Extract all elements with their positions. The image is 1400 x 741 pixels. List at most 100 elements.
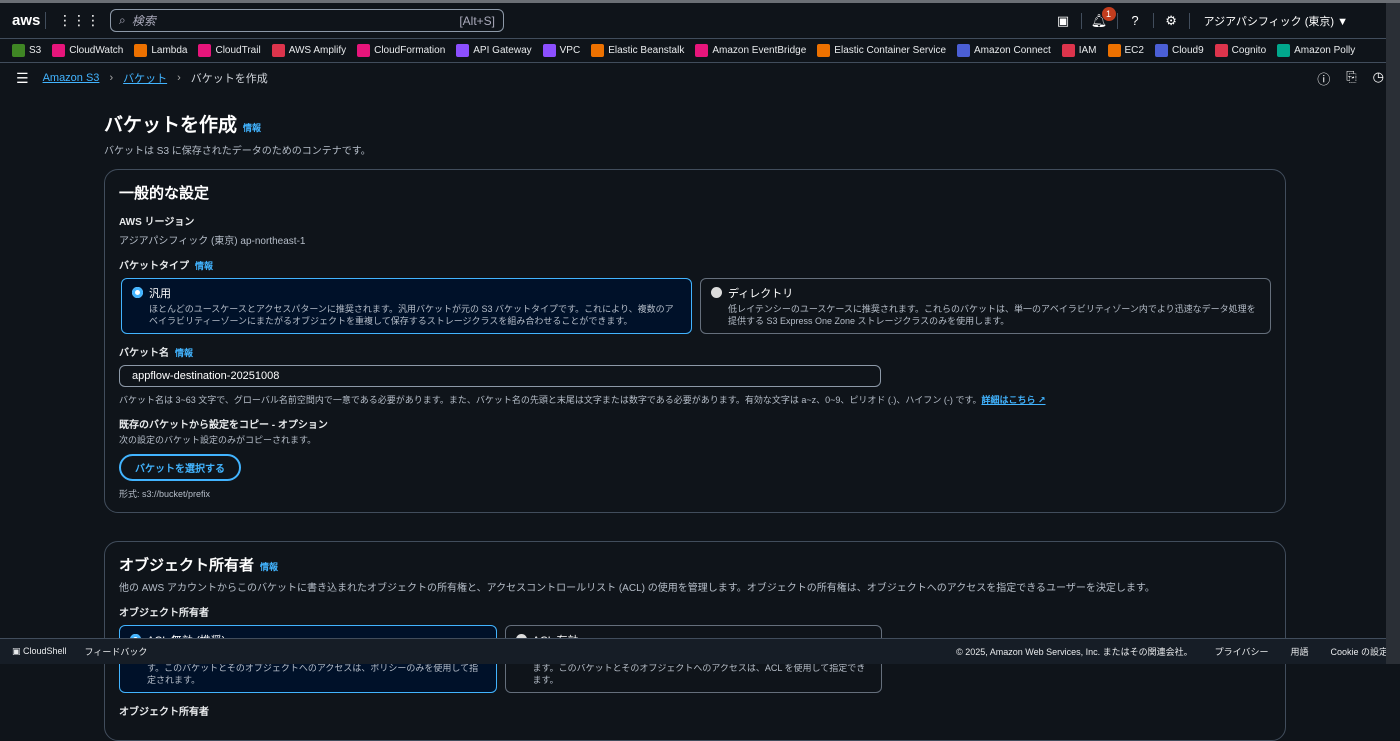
favorite-label: CloudFormation — [374, 45, 446, 56]
breadcrumb: ☰ Amazon S3 › バケット › バケットを作成 ⓘ ⎘ ◷ — [0, 63, 1400, 93]
service-icon — [271, 44, 285, 57]
cloudshell-label: CloudShell — [23, 646, 67, 656]
region-label: AWS リージョン — [119, 217, 195, 228]
feedback-link[interactable]: フィードバック — [85, 645, 148, 658]
favorite-api-gateway[interactable]: API Gateway — [456, 44, 532, 57]
service-icon — [1061, 44, 1075, 57]
favorite-lambda[interactable]: Lambda — [134, 44, 187, 57]
service-icon — [1214, 44, 1228, 57]
cloudshell-link[interactable]: ▣ CloudShell — [12, 646, 67, 657]
favorite-label: Amazon Connect — [974, 45, 1051, 56]
copy-settings-desc: 次の設定のバケット設定のみがコピーされます。 — [119, 435, 317, 445]
favorite-label: S3 — [29, 45, 42, 56]
service-icon — [52, 44, 66, 57]
service-icon — [1154, 44, 1168, 57]
favorite-label: VPC — [559, 45, 581, 56]
services-menu-icon[interactable]: ⋮⋮⋮ — [58, 12, 100, 29]
favorite-label: Amazon EventBridge — [712, 45, 807, 56]
favorite-label: IAM — [1078, 45, 1097, 56]
search-shortcut: [Alt+S] — [459, 13, 495, 28]
bucket-type-general-purpose[interactable]: 汎用 ほとんどのユースケースとアクセスパターンに推奨されます。汎用バケットが元の … — [121, 278, 692, 334]
service-icon — [695, 44, 709, 57]
tile-title: 汎用 — [149, 288, 171, 300]
service-icon — [134, 44, 148, 57]
favorite-elastic-beanstalk[interactable]: Elastic Beanstalk — [591, 44, 684, 57]
favorite-vpc[interactable]: VPC — [542, 44, 581, 57]
region-value: アジアパシフィック (東京) ap-northeast-1 — [119, 236, 306, 247]
learn-more-link[interactable]: 詳細はこちら ↗ — [981, 395, 1045, 405]
favorite-iam[interactable]: IAM — [1061, 44, 1097, 57]
notification-badge: 1 — [1101, 6, 1116, 21]
favorite-cloud9[interactable]: Cloud9 — [1154, 44, 1204, 57]
format-hint: 形式: s3://bucket/prefix — [119, 489, 211, 499]
radio-selected[interactable] — [132, 287, 143, 298]
favorite-aws-amplify[interactable]: AWS Amplify — [271, 44, 347, 57]
favorite-amazon-eventbridge[interactable]: Amazon EventBridge — [695, 44, 806, 57]
region-selector[interactable]: アジアパシフィック (東京) ▼ — [1190, 13, 1388, 29]
ownership-next-label: オブジェクト所有者 — [119, 707, 209, 718]
bucket-name-input[interactable]: appflow-destination-20251008 — [119, 365, 881, 387]
copyright: © 2025, Amazon Web Services, Inc. またはその関… — [956, 647, 1193, 657]
aws-logo[interactable]: aws — [12, 12, 46, 29]
info-link[interactable]: 情報 — [175, 348, 193, 358]
page-title: バケットを作成 — [104, 115, 238, 136]
service-icon — [12, 44, 25, 57]
choose-bucket-button[interactable]: バケットを選択する — [119, 454, 241, 481]
bucket-type-directory[interactable]: ディレクトリ 低レイテンシーのユースケースに推奨されます。これらのバケットは、単一… — [700, 278, 1271, 334]
favorite-ec2[interactable]: EC2 — [1107, 44, 1144, 57]
service-icon — [1107, 44, 1121, 57]
favorite-label: CloudWatch — [69, 45, 124, 56]
favorite-cloudwatch[interactable]: CloudWatch — [52, 44, 123, 57]
bucket-type-label: バケットタイプ — [119, 261, 189, 272]
top-navigation: aws ⋮⋮⋮ ⌕ 検索 [Alt+S] ▣ 🔔︎ 1 ? ⚙ アジアパシフィック… — [0, 3, 1400, 39]
bucket-name-hint: バケット名は 3~63 文字で、グローバル名前空間内で一意である必要があります。… — [119, 395, 982, 405]
tile-title: ディレクトリ — [728, 288, 794, 300]
breadcrumb-buckets[interactable]: バケット — [123, 70, 167, 86]
notifications-icon[interactable]: 🔔︎ 1 — [1082, 6, 1118, 29]
favorite-amazon-polly[interactable]: Amazon Polly — [1277, 44, 1355, 57]
favorite-cloudtrail[interactable]: CloudTrail — [198, 44, 261, 57]
favorite-label: Elastic Container Service — [834, 45, 947, 56]
service-icon — [591, 44, 605, 57]
info-link[interactable]: 情報 — [260, 562, 278, 572]
breadcrumb-amazon-s3[interactable]: Amazon S3 — [43, 72, 100, 84]
favorite-cloudformation[interactable]: CloudFormation — [357, 44, 445, 57]
cookie-settings-link[interactable]: Cookie の設定 — [1330, 645, 1388, 658]
footer: ▣ CloudShell フィードバック © 2025, Amazon Web … — [0, 638, 1400, 664]
settings-gear-icon[interactable]: ⚙ — [1154, 12, 1190, 29]
favorite-label: Cognito — [1231, 45, 1267, 56]
info-panel-icon[interactable]: ⓘ — [1317, 69, 1330, 88]
favorite-label: Lambda — [151, 45, 188, 56]
favorite-elastic-container-service[interactable]: Elastic Container Service — [817, 44, 946, 57]
favorite-label: Amazon Polly — [1294, 45, 1356, 56]
page-description: バケットは S3 に保存されたデータのためのコンテナです。 — [104, 146, 371, 157]
help-icon[interactable]: ? — [1118, 13, 1154, 28]
breadcrumb-current: バケットを作成 — [190, 73, 268, 85]
favorite-cognito[interactable]: Cognito — [1214, 44, 1267, 57]
menu-icon[interactable]: ☰ — [16, 70, 29, 87]
service-icon — [456, 44, 470, 57]
service-icon — [357, 44, 371, 57]
chevron-right-icon: › — [109, 72, 114, 84]
service-icon — [817, 44, 831, 57]
history-icon[interactable]: ◷ — [1373, 69, 1384, 88]
favorite-label: EC2 — [1124, 45, 1144, 56]
favorite-s3[interactable]: S3 — [12, 44, 41, 57]
radio-unselected[interactable] — [711, 287, 722, 298]
side-panel-icon[interactable]: ⎘ — [1346, 69, 1356, 88]
favorites-bar: S3 CloudWatch Lambda CloudTrail AWS Amplify C… — [0, 39, 1400, 63]
info-link[interactable]: 情報 — [195, 261, 213, 271]
cloudshell-icon[interactable]: ▣ — [1046, 12, 1082, 29]
search-input[interactable]: ⌕ 検索 [Alt+S] — [110, 9, 504, 32]
service-icon — [542, 44, 556, 57]
copy-settings-label: 既存のバケットから設定をコピー - オプション — [119, 420, 328, 431]
privacy-link[interactable]: プライバシー — [1215, 645, 1269, 658]
scrollbar[interactable] — [1386, 3, 1400, 664]
section-title: オブジェクト所有者 — [119, 557, 255, 574]
terms-link[interactable]: 用語 — [1290, 645, 1308, 658]
service-icon — [1277, 44, 1291, 57]
favorite-label: AWS Amplify — [288, 45, 347, 56]
ownership-label: オブジェクト所有者 — [119, 608, 209, 619]
info-link[interactable]: 情報 — [243, 123, 261, 133]
favorite-amazon-connect[interactable]: Amazon Connect — [957, 44, 1051, 57]
